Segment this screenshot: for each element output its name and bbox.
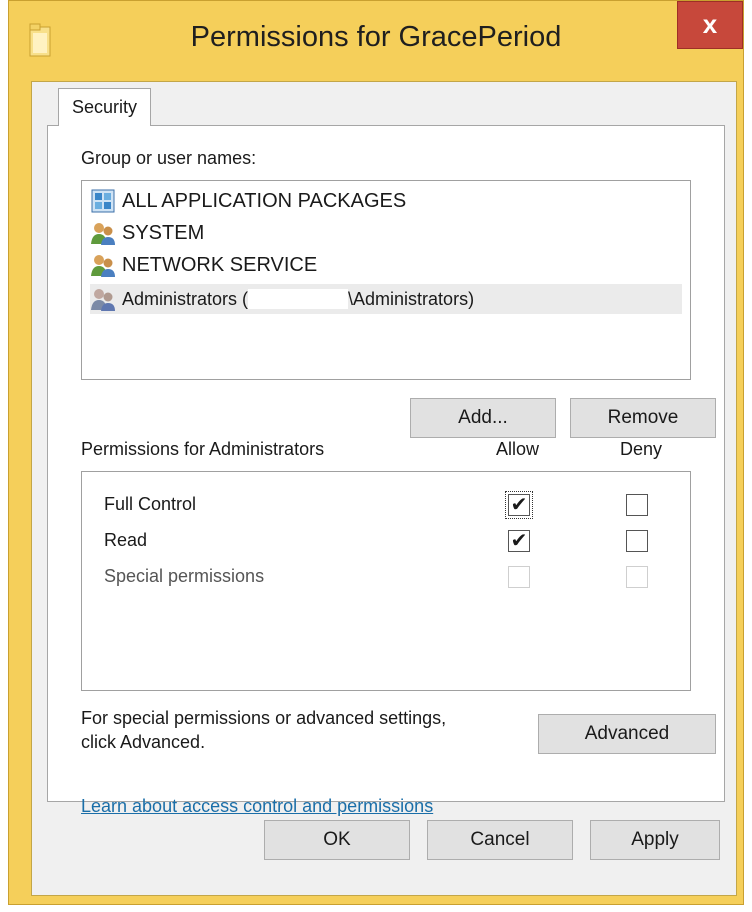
- dialog-client-area: Security Group or user names: ALL APPLIC…: [31, 81, 737, 896]
- tab-security[interactable]: Security: [58, 88, 151, 126]
- add-button[interactable]: Add...: [410, 398, 556, 438]
- group-names-label: Group or user names:: [81, 148, 257, 168]
- cancel-button[interactable]: Cancel: [427, 820, 573, 860]
- deny-column-header: Deny: [620, 439, 663, 459]
- permission-label: Full Control: [104, 494, 197, 514]
- list-item-administrators[interactable]: Administrators ( \Administrators): [90, 284, 682, 314]
- permissions-list: Full Control ✔ Read ✔ Special permission…: [81, 471, 691, 691]
- permission-row-full-control: Full Control ✔: [82, 488, 690, 524]
- permission-row-special: Special permissions: [82, 560, 690, 596]
- read-deny-checkbox[interactable]: [626, 530, 648, 552]
- permission-label: Read: [104, 530, 148, 550]
- list-item-label: SYSTEM: [122, 222, 205, 244]
- list-item-label-suffix: \Administrators): [348, 289, 475, 309]
- permission-row-read: Read ✔: [82, 524, 690, 560]
- list-item-label: ALL APPLICATION PACKAGES: [122, 190, 407, 212]
- remove-button[interactable]: Remove: [570, 398, 716, 438]
- list-item-system[interactable]: SYSTEM: [90, 218, 204, 248]
- window-title: Permissions for GracePeriod: [190, 21, 562, 53]
- list-item-network-service[interactable]: NETWORK SERVICE: [90, 250, 317, 280]
- permission-label: Special permissions: [104, 566, 265, 586]
- dialog-window: Permissions for GracePeriod x Security G…: [8, 0, 744, 905]
- users-icon: [91, 255, 115, 277]
- learn-more-link[interactable]: Learn about access control and permissio…: [81, 796, 433, 817]
- users-icon: [91, 289, 115, 311]
- list-item-label-prefix: Administrators (: [122, 289, 249, 309]
- special-deny-checkbox: [626, 566, 648, 588]
- apply-button[interactable]: Apply: [590, 820, 720, 860]
- app-packages-icon: [91, 189, 115, 213]
- special-allow-checkbox: [508, 566, 530, 588]
- users-icon: [91, 223, 115, 245]
- redacted-domain: [248, 289, 349, 309]
- group-user-list[interactable]: ALL APPLICATION PACKAGES SYSTEM NETWORK …: [81, 180, 691, 380]
- close-button[interactable]: x: [677, 1, 743, 49]
- list-item-all-application-packages[interactable]: ALL APPLICATION PACKAGES: [90, 186, 406, 216]
- read-allow-checkbox[interactable]: ✔: [508, 530, 530, 552]
- permissions-for-label: Permissions for Administrators: [81, 439, 325, 459]
- allow-column-header: Allow: [496, 439, 540, 459]
- list-item-label: NETWORK SERVICE: [122, 254, 318, 276]
- advanced-hint-line1: For special permissions or advanced sett…: [81, 708, 447, 728]
- title-bar[interactable]: Permissions for GracePeriod x: [9, 1, 743, 81]
- advanced-hint-line2: click Advanced.: [81, 732, 206, 752]
- full-control-deny-checkbox[interactable]: [626, 494, 648, 516]
- security-tab-panel: Group or user names: ALL APPLICATION PAC…: [47, 125, 725, 816]
- full-control-allow-checkbox[interactable]: ✔: [505, 491, 533, 519]
- advanced-button[interactable]: Advanced: [538, 714, 716, 754]
- ok-button[interactable]: OK: [264, 820, 410, 860]
